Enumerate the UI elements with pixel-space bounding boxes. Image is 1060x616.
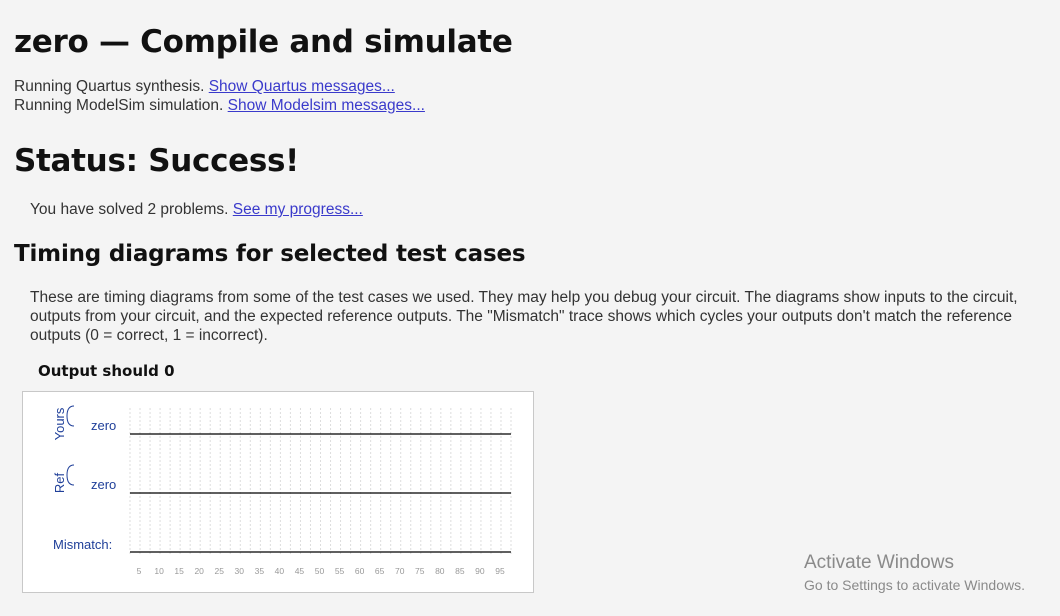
see-my-progress-link[interactable]: See my progress...: [233, 201, 363, 218]
tick-label: 20: [194, 566, 204, 576]
tick-label: 70: [395, 566, 405, 576]
group-bracket: [66, 405, 75, 427]
tick-label: 90: [475, 566, 485, 576]
timing-diagram: 5 10 15 20 25 30 35 40 45 50 55 60 65 70 75 80 85 90 95 You…: [22, 391, 534, 593]
tick-label: 45: [295, 566, 305, 576]
signal-label-zero: zero: [91, 477, 116, 492]
mismatch-label: Mismatch:: [53, 537, 112, 552]
group-bracket: [66, 464, 75, 486]
watermark-line-2: Go to Settings to activate Windows.: [804, 577, 1025, 593]
tick-label: 95: [495, 566, 505, 576]
tick-label: 25: [215, 566, 225, 576]
tick-label: 60: [355, 566, 365, 576]
progress-line: You have solved 2 problems. See my progr…: [30, 201, 363, 219]
group-label-ref: Ref: [52, 472, 67, 493]
tick-label: 15: [174, 566, 184, 576]
quartus-status-line: Running Quartus synthesis. Show Quartus …: [14, 78, 395, 96]
timing-heading: Timing diagrams for selected test cases: [14, 241, 526, 267]
group-label-yours: Yours: [52, 407, 67, 440]
modelsim-status-line: Running ModelSim simulation. Show Models…: [14, 97, 425, 115]
signal-label-zero: zero: [91, 418, 116, 433]
page-scrollbar[interactable]: [1040, 0, 1060, 616]
tick-label: 35: [255, 566, 265, 576]
tick-label: 55: [335, 566, 345, 576]
watermark-line-1: Activate Windows: [804, 552, 954, 573]
tick-label: 40: [275, 566, 285, 576]
modelsim-status-text: Running ModelSim simulation.: [14, 97, 228, 114]
page-title: zero — Compile and simulate: [14, 24, 513, 60]
tick-label: 80: [435, 566, 445, 576]
quartus-status-text: Running Quartus synthesis.: [14, 78, 209, 95]
timing-diagram-svg: 5 10 15 20 25 30 35 40 45 50 55 60 65 70 75 80 85 90 95 You…: [52, 405, 512, 576]
activate-windows-watermark: Activate Windows Go to Settings to activ…: [804, 552, 1025, 593]
tick-label: 65: [375, 566, 385, 576]
show-quartus-messages-link[interactable]: Show Quartus messages...: [209, 78, 395, 95]
tick-label: 50: [315, 566, 325, 576]
show-modelsim-messages-link[interactable]: Show Modelsim messages...: [228, 97, 425, 114]
test-case-title: Output should 0: [38, 362, 175, 380]
status-heading: Status: Success!: [14, 143, 300, 179]
timing-description: These are timing diagrams from some of t…: [30, 289, 1018, 344]
progress-text: You have solved 2 problems.: [30, 201, 233, 218]
tick-label: 5: [137, 566, 142, 576]
tick-label: 30: [235, 566, 245, 576]
tick-label: 10: [154, 566, 164, 576]
tick-label: 75: [415, 566, 425, 576]
tick-label: 85: [455, 566, 465, 576]
